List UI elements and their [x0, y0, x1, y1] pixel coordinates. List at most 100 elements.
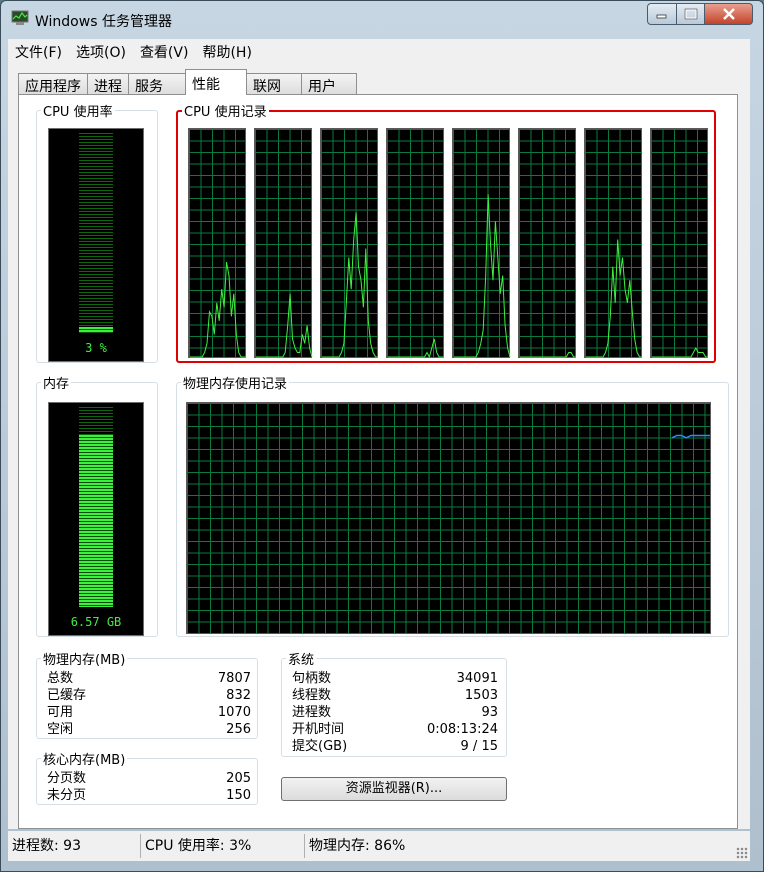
menu-bar: 文件(F) 选项(O) 查看(V) 帮助(H) [8, 39, 750, 65]
memory-group: 内存 6.57 GB [36, 373, 158, 637]
close-icon [722, 8, 735, 20]
value-commit: 9 / 15 [460, 739, 498, 754]
cpu-core-graph [188, 128, 246, 358]
value-free: 256 [226, 722, 251, 737]
cpu-core-graph [320, 128, 378, 358]
memory-history-title: 物理内存使用记录 [183, 377, 288, 392]
memory-history-graph [186, 402, 711, 634]
tab-performance[interactable]: 性能 [185, 69, 247, 95]
status-processes: 进程数: 93 [8, 834, 141, 858]
value-handles: 34091 [456, 671, 498, 686]
cpu-core-graph [254, 128, 313, 358]
label-nonpaged: 未分页 [47, 788, 87, 803]
cpu-core-line [520, 352, 576, 358]
info-row: 总数 7807 [47, 670, 251, 687]
info-row: 提交(GB) 9 / 15 [292, 738, 498, 755]
info-row: 进程数 93 [292, 704, 498, 721]
maximize-button[interactable] [677, 3, 705, 25]
cpu-core-line [322, 212, 378, 358]
cpu-core-line [388, 338, 444, 359]
close-button[interactable] [705, 3, 753, 25]
memory-history-group: 物理内存使用记录 [176, 373, 729, 637]
tab-strip: 应用程序 进程 服务 性能 联网 用户 [18, 69, 357, 95]
info-row: 空闲 256 [47, 721, 251, 738]
value-cached: 832 [226, 688, 251, 703]
title-bar[interactable]: Windows 任务管理器 [1, 1, 763, 37]
minimize-button[interactable] [647, 3, 677, 25]
tab-services[interactable]: 服务 [128, 73, 186, 95]
resize-grip[interactable] [736, 847, 748, 859]
cpu-core-graph [386, 128, 444, 359]
value-total: 7807 [217, 671, 251, 686]
value-uptime: 0:08:13:24 [426, 722, 498, 737]
menu-file[interactable]: 文件(F) [8, 42, 69, 62]
cpu-usage-group: CPU 使用率 3 % [36, 101, 158, 363]
performance-panel: CPU 使用率 3 % CPU 使用记录 内存 6.57 GB 物理内存使用记录… [18, 94, 738, 829]
value-paged: 205 [226, 771, 251, 786]
physical-memory-title: 物理内存(MB) [43, 653, 126, 668]
label-handles: 句柄数 [292, 671, 332, 686]
info-row: 开机时间 0:08:13:24 [292, 721, 498, 738]
info-row: 句柄数 34091 [292, 670, 498, 687]
label-cached: 已缓存 [47, 688, 87, 703]
cpu-core-line [256, 293, 313, 358]
label-uptime: 开机时间 [292, 722, 345, 737]
cpu-core-line [652, 346, 708, 358]
status-memory: 物理内存: 86% [309, 838, 406, 854]
task-manager-window: Windows 任务管理器 文件(F) 选项(O) 查看(V) 帮助(H) 应用… [0, 0, 764, 872]
client-area: 应用程序 进程 服务 性能 联网 用户 CPU 使用率 3 % CPU 使用记录 [8, 65, 750, 829]
menu-options[interactable]: 选项(O) [69, 42, 133, 62]
physical-memory-group: 物理内存(MB) 总数 7807 已缓存 832 可用 1070 空闲 256 [36, 649, 258, 739]
resource-monitor-button[interactable]: 资源监视器(R)... [281, 777, 507, 801]
cpu-core-graph [518, 128, 576, 358]
info-row: 分页数 205 [47, 770, 251, 787]
tab-processes[interactable]: 进程 [87, 73, 129, 95]
kernel-memory-title: 核心内存(MB) [43, 753, 126, 768]
info-row: 线程数 1503 [292, 687, 498, 704]
minimize-icon [656, 14, 667, 19]
cpu-usage-meter: 3 % [48, 128, 144, 362]
label-total: 总数 [47, 671, 74, 686]
value-available: 1070 [217, 705, 251, 720]
memory-title: 内存 [43, 377, 70, 392]
menu-view[interactable]: 查看(V) [133, 42, 196, 62]
task-manager-icon [11, 10, 29, 25]
maximize-icon [684, 8, 697, 20]
cpu-history-group: CPU 使用记录 [176, 101, 716, 363]
cpu-core-line [190, 262, 246, 358]
info-row: 可用 1070 [47, 704, 251, 721]
label-processes: 进程数 [292, 705, 332, 720]
cpu-core-graph [452, 128, 511, 358]
window-title: Windows 任务管理器 [35, 14, 172, 30]
label-paged: 分页数 [47, 771, 87, 786]
system-title: 系统 [288, 653, 315, 668]
tab-applications[interactable]: 应用程序 [18, 73, 88, 95]
status-bar: 进程数: 93 CPU 使用率: 3% 物理内存: 86% [8, 831, 750, 861]
cpu-meter-empty [79, 133, 113, 333]
memory-history-line [671, 434, 710, 439]
label-commit: 提交(GB) [292, 739, 348, 754]
value-processes: 93 [481, 705, 498, 720]
cpu-usage-title: CPU 使用率 [43, 105, 113, 120]
info-row: 未分页 150 [47, 787, 251, 804]
tab-networking[interactable]: 联网 [246, 73, 302, 95]
memory-meter-fill [79, 435, 113, 607]
label-available: 可用 [47, 705, 74, 720]
cpu-meter-fill [79, 327, 113, 333]
cpu-history-title: CPU 使用记录 [184, 105, 267, 120]
label-threads: 线程数 [292, 688, 332, 703]
cpu-core-line [586, 239, 642, 358]
cpu-core-graph [650, 128, 708, 358]
cpu-core-line [454, 194, 511, 358]
memory-meter: 6.57 GB [48, 402, 144, 636]
kernel-memory-group: 核心内存(MB) 分页数 205 未分页 150 [36, 749, 258, 805]
cpu-core-graph [584, 128, 642, 358]
status-cpu: CPU 使用率: 3% [141, 834, 305, 858]
value-threads: 1503 [464, 688, 498, 703]
value-nonpaged: 150 [226, 788, 251, 803]
label-free: 空闲 [47, 722, 74, 737]
info-row: 已缓存 832 [47, 687, 251, 704]
cpu-usage-value: 3 % [85, 341, 107, 355]
menu-help[interactable]: 帮助(H) [195, 42, 258, 62]
tab-users[interactable]: 用户 [301, 73, 357, 95]
